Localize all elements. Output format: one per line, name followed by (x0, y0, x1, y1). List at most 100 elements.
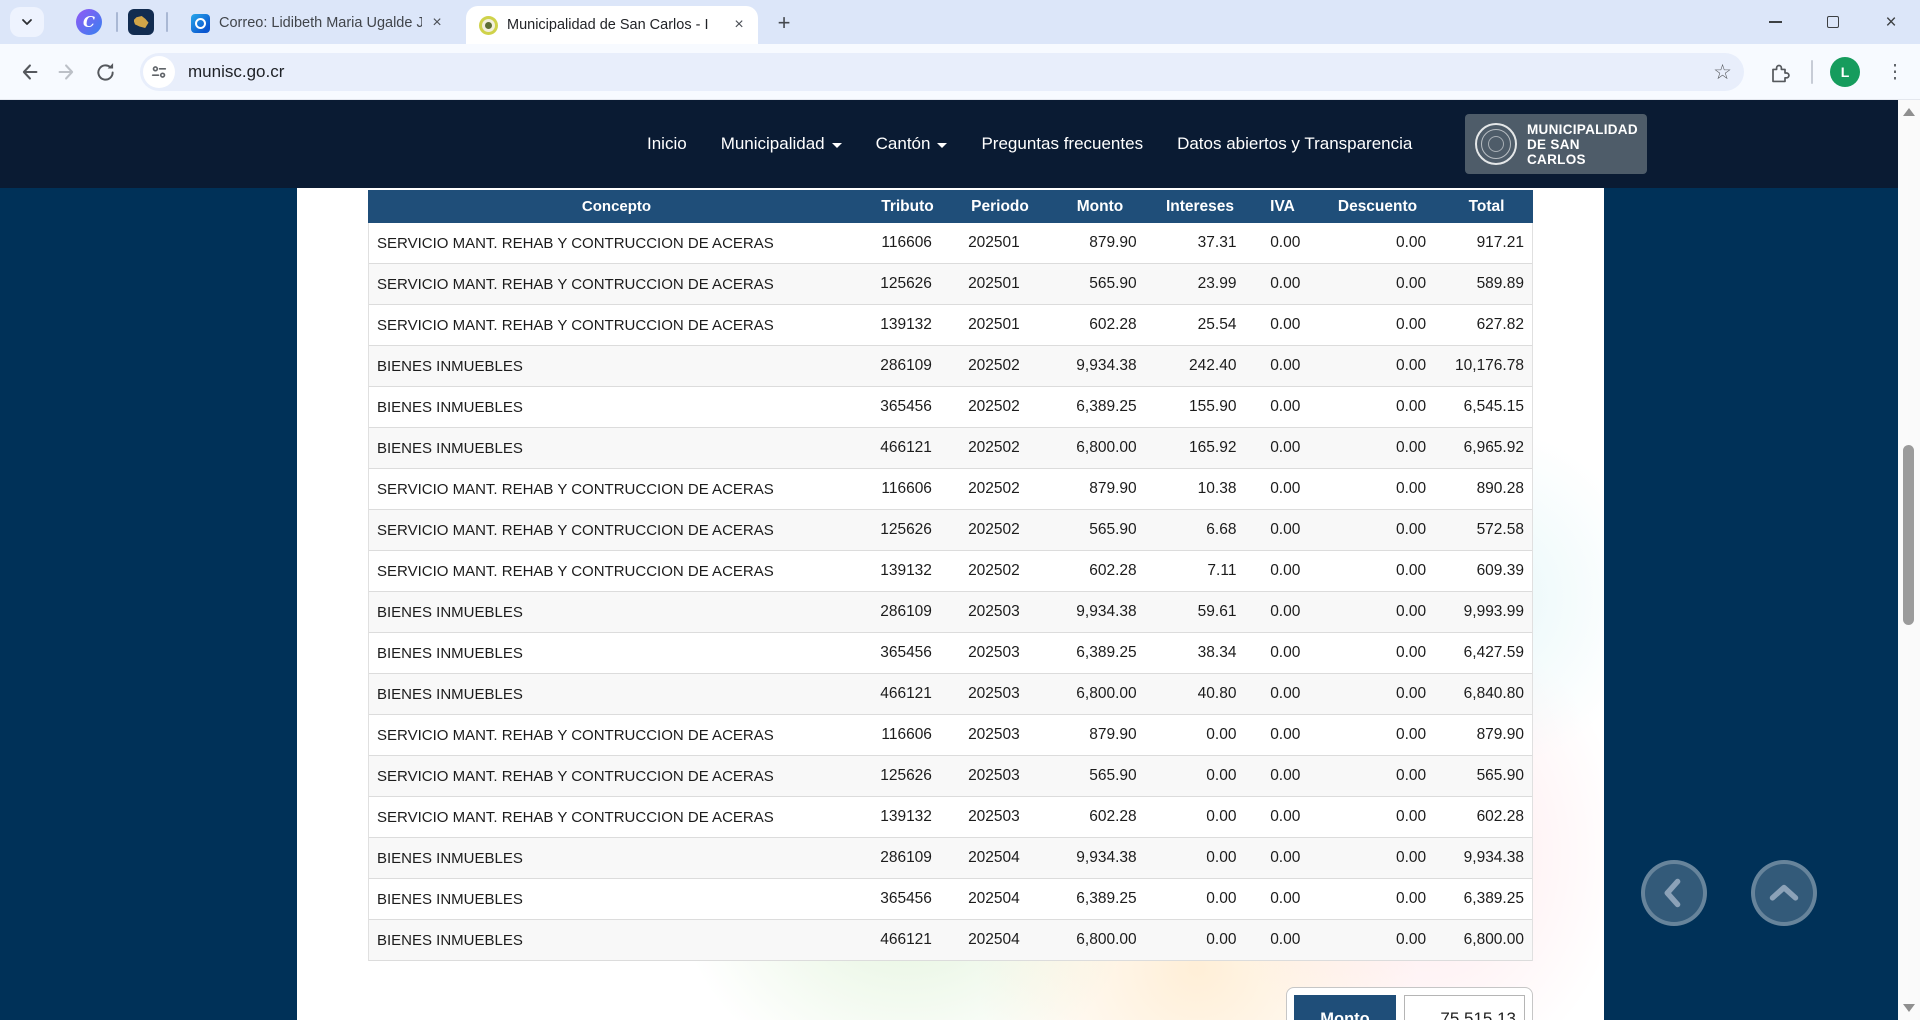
close-icon[interactable]: × (728, 14, 750, 36)
cell-monto: 565.90 (1050, 521, 1150, 539)
nav-item-municipalidad[interactable]: Municipalidad (721, 134, 842, 154)
cell-concepto: BIENES INMUEBLES (369, 850, 865, 867)
cell-monto: 9,934.38 (1050, 603, 1150, 621)
cell-iva: 0.00 (1249, 562, 1314, 580)
cell-concepto: SERVICIO MANT. REHAB Y CONTRUCCION DE AC… (369, 727, 865, 744)
browser-menu-button[interactable]: ⋮ (1882, 57, 1908, 87)
profile-avatar[interactable]: L (1830, 57, 1860, 87)
forward-arrow-icon (54, 59, 80, 85)
bookmark-star-icon[interactable]: ☆ (1713, 60, 1732, 85)
cell-tributo: 466121 (865, 685, 950, 703)
close-icon[interactable]: × (426, 12, 448, 34)
cell-total: 9,993.99 (1439, 603, 1532, 621)
cell-total: 879.90 (1439, 726, 1532, 744)
table-row: SERVICIO MANT. REHAB Y CONTRUCCION DE AC… (369, 264, 1532, 305)
cell-periodo: 202504 (950, 890, 1050, 908)
scrollbar-down-arrow[interactable] (1903, 1004, 1915, 1012)
cell-iva: 0.00 (1249, 439, 1314, 457)
tune-icon (150, 63, 168, 81)
table-row: BIENES INMUEBLES4661212025046,800.000.00… (369, 920, 1532, 961)
cell-total: 9,934.38 (1439, 849, 1532, 867)
cell-periodo: 202503 (950, 644, 1050, 662)
cell-concepto: SERVICIO MANT. REHAB Y CONTRUCCION DE AC… (369, 317, 865, 334)
tab-correo[interactable]: Correo: Lidibeth Maria Ugalde J × (178, 8, 456, 38)
extensions-button[interactable] (1764, 57, 1794, 87)
cell-total: 572.58 (1439, 521, 1532, 539)
cell-concepto: BIENES INMUEBLES (369, 645, 865, 662)
floating-back-button[interactable] (1641, 860, 1707, 926)
window-controls: × (1746, 0, 1920, 44)
scrollbar-thumb[interactable] (1903, 445, 1914, 625)
cell-descuento: 0.00 (1314, 931, 1439, 949)
kebab-menu-icon: ⋮ (1886, 61, 1905, 84)
cell-total: 917.21 (1439, 234, 1532, 252)
column-header-concepto: Concepto (368, 198, 865, 215)
cell-descuento: 0.00 (1314, 357, 1439, 375)
table-header-row: ConceptoTributoPeriodoMontoInteresesIVAD… (368, 190, 1533, 223)
cell-monto: 879.90 (1050, 726, 1150, 744)
site-settings-button[interactable] (143, 56, 175, 88)
scrollbar[interactable] (1898, 100, 1920, 1020)
cell-tributo: 139132 (865, 562, 950, 580)
cell-intereses: 7.11 (1150, 562, 1250, 580)
column-header-tributo: Tributo (865, 198, 950, 216)
url-text[interactable]: munisc.go.cr (188, 62, 1713, 82)
cell-total: 6,840.80 (1439, 685, 1532, 703)
back-button[interactable] (14, 57, 44, 87)
cell-monto: 9,934.38 (1050, 357, 1150, 375)
nav-item-label: Cantón (876, 134, 931, 154)
cell-intereses: 6.68 (1150, 521, 1250, 539)
cell-concepto: SERVICIO MANT. REHAB Y CONTRUCCION DE AC… (369, 563, 865, 580)
nav-item-inicio[interactable]: Inicio (647, 134, 687, 154)
page-content: Inicio Municipalidad Cantón Preguntas frecu… (0, 100, 1920, 1020)
cell-descuento: 0.00 (1314, 275, 1439, 293)
cell-periodo: 202502 (950, 398, 1050, 416)
tab-municipalidad-san-carlos[interactable]: Municipalidad de San Carlos - I × (466, 6, 758, 44)
cell-intereses: 242.40 (1150, 357, 1250, 375)
nav-item-canton[interactable]: Cantón (876, 134, 948, 154)
cell-periodo: 202503 (950, 685, 1050, 703)
cell-monto: 879.90 (1050, 234, 1150, 252)
nav-links: Inicio Municipalidad Cantón Preguntas frecu… (647, 100, 1412, 188)
logo-text: MUNICIPALIDAD DE SAN CARLOS (1527, 122, 1638, 167)
cell-iva: 0.00 (1249, 521, 1314, 539)
cell-total: 6,427.59 (1439, 644, 1532, 662)
site-logo[interactable]: MUNICIPALIDAD DE SAN CARLOS (1465, 114, 1647, 174)
claude-icon: C (83, 13, 95, 31)
cell-descuento: 0.00 (1314, 808, 1439, 826)
pinned-tab-costa-rica[interactable] (128, 9, 154, 35)
pinned-tab-claude[interactable]: C (76, 9, 102, 35)
column-header-intereses: Intereses (1150, 198, 1250, 216)
reload-button[interactable] (90, 57, 120, 87)
url-bar[interactable]: munisc.go.cr ☆ (140, 53, 1744, 91)
table-row: SERVICIO MANT. REHAB Y CONTRUCCION DE AC… (369, 510, 1532, 551)
cell-intereses: 40.80 (1150, 685, 1250, 703)
table-row: BIENES INMUEBLES4661212025026,800.00165.… (369, 428, 1532, 469)
cell-iva: 0.00 (1249, 644, 1314, 662)
cell-concepto: SERVICIO MANT. REHAB Y CONTRUCCION DE AC… (369, 481, 865, 498)
close-window-button[interactable]: × (1862, 0, 1920, 44)
table-row: SERVICIO MANT. REHAB Y CONTRUCCION DE AC… (369, 223, 1532, 264)
column-header-total: Total (1440, 198, 1533, 216)
charges-table: ConceptoTributoPeriodoMontoInteresesIVAD… (368, 190, 1533, 961)
cell-tributo: 286109 (865, 357, 950, 375)
scrollbar-up-arrow[interactable] (1903, 108, 1915, 116)
cell-descuento: 0.00 (1314, 480, 1439, 498)
san-carlos-seal-icon (479, 16, 498, 35)
nav-item-datos-abiertos-y-transparencia[interactable]: Datos abiertos y Transparencia (1177, 134, 1412, 154)
nav-item-preguntas-frecuentes[interactable]: Preguntas frecuentes (981, 134, 1143, 154)
minimize-button[interactable] (1746, 0, 1804, 44)
table-row: BIENES INMUEBLES2861092025039,934.3859.6… (369, 592, 1532, 633)
forward-button[interactable] (52, 57, 82, 87)
column-header-periodo: Periodo (950, 198, 1050, 216)
tab-search-button[interactable] (10, 7, 44, 37)
cell-intereses: 38.34 (1150, 644, 1250, 662)
cell-monto: 6,800.00 (1050, 439, 1150, 457)
cell-descuento: 0.00 (1314, 234, 1439, 252)
restore-button[interactable] (1804, 0, 1862, 44)
cell-periodo: 202503 (950, 603, 1050, 621)
table-row: BIENES INMUEBLES4661212025036,800.0040.8… (369, 674, 1532, 715)
scroll-to-top-button[interactable] (1751, 860, 1817, 926)
nav-item-label: Municipalidad (721, 134, 825, 154)
new-tab-button[interactable]: + (770, 9, 798, 37)
